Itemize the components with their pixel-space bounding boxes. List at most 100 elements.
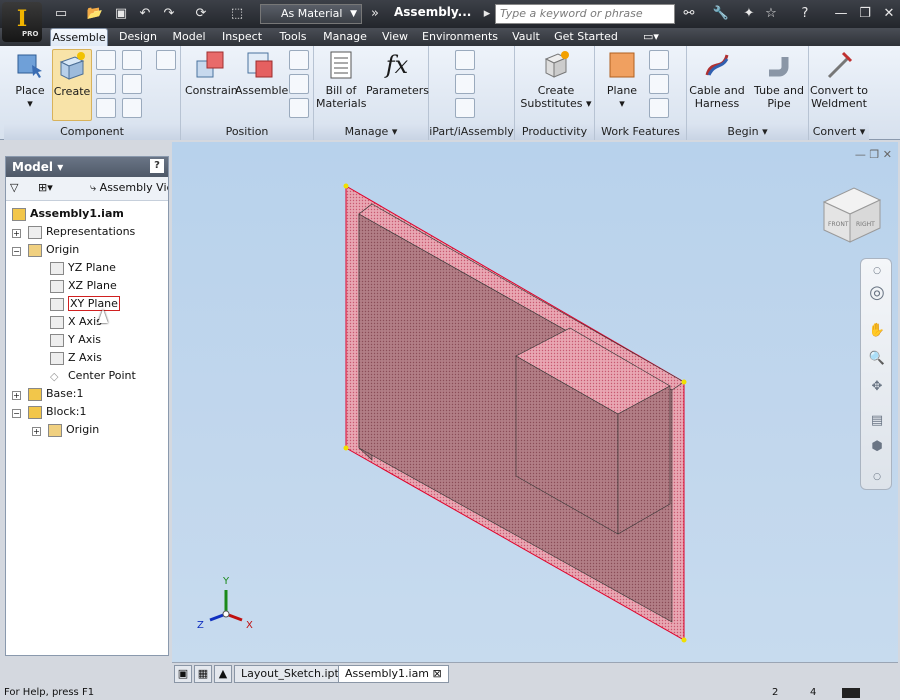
- expand-toggle[interactable]: +: [32, 427, 41, 436]
- convert-weldment-button[interactable]: Convert to Weldment: [809, 49, 869, 110]
- assembly-view-dropdown[interactable]: ⤷ Assembly View: [90, 181, 168, 195]
- zoom-icon[interactable]: 🔍: [867, 349, 887, 369]
- move-icon[interactable]: [289, 74, 309, 94]
- ipart-create-icon[interactable]: [455, 50, 475, 70]
- close-tab-icon[interactable]: ⊠: [433, 667, 442, 680]
- tree-item-y-axis[interactable]: Y Axis: [50, 331, 101, 349]
- viewcube[interactable]: FRONT RIGHT: [822, 187, 882, 243]
- graphics-viewport[interactable]: — ❐ ✕ Y X Z FRONT RIGHT ○ ◎ ✋ 🔍 ✥ ▤ ⬢ ○: [172, 142, 898, 662]
- tab-get-started[interactable]: Get Started: [552, 28, 620, 46]
- tab-design[interactable]: Design: [115, 28, 161, 46]
- update-icon[interactable]: ⟳: [192, 5, 210, 23]
- assemble-button[interactable]: Assemble: [235, 49, 288, 97]
- navbar-options-icon[interactable]: ○: [867, 467, 887, 487]
- ribbon-options-icon[interactable]: ▭▾: [636, 28, 666, 46]
- replace-icon[interactable]: [96, 98, 116, 118]
- chevron-down-icon: ▼: [350, 9, 357, 19]
- tree-item-block-origin[interactable]: Origin: [48, 421, 99, 439]
- tree-item-assembly[interactable]: Assembly1.iam: [12, 205, 124, 223]
- undo-icon[interactable]: ↶: [136, 5, 154, 23]
- communication-icon[interactable]: ✦: [740, 5, 758, 23]
- tree-icon[interactable]: ⊞▾: [38, 181, 53, 194]
- tab-manage[interactable]: Manage: [320, 28, 370, 46]
- shrinkwrap-icon[interactable]: [122, 74, 142, 94]
- cascade-icon[interactable]: ▦: [194, 665, 212, 683]
- pattern-icon[interactable]: [96, 50, 116, 70]
- new-icon[interactable]: ▭: [52, 5, 70, 23]
- look-at-icon[interactable]: ▤: [867, 411, 887, 431]
- tree-item-xy-plane[interactable]: XY Plane: [50, 295, 120, 313]
- steering-wheel-icon[interactable]: ◎: [867, 283, 887, 303]
- ipart-table-icon[interactable]: [455, 74, 475, 94]
- tab-view[interactable]: View: [378, 28, 412, 46]
- binoculars-icon[interactable]: ⚯: [680, 5, 698, 23]
- point-icon[interactable]: [649, 74, 669, 94]
- tile-icon[interactable]: ▣: [174, 665, 192, 683]
- constrain-button[interactable]: Constrain: [185, 49, 238, 97]
- mirror-icon[interactable]: [122, 50, 142, 70]
- collapse-toggle[interactable]: −: [12, 409, 21, 418]
- place-button[interactable]: Place ▾: [10, 49, 50, 110]
- close-navbar-icon[interactable]: ○: [867, 261, 887, 281]
- tab-inspect[interactable]: Inspect: [218, 28, 266, 46]
- plane-button[interactable]: Plane ▾: [599, 49, 645, 110]
- help-icon[interactable]: ?: [150, 159, 164, 173]
- restore-icon[interactable]: ❐: [856, 5, 874, 23]
- expand-toggle[interactable]: +: [12, 391, 21, 400]
- tube-pipe-button[interactable]: Tube and Pipe: [749, 49, 809, 110]
- tab-environments[interactable]: Environments: [420, 28, 500, 46]
- parameters-button[interactable]: fx Parameters: [366, 49, 429, 97]
- panel-ipart: iPart/iAssembly: [429, 46, 515, 140]
- create-button[interactable]: Create: [52, 49, 92, 121]
- help-icon[interactable]: ?: [796, 5, 814, 23]
- filter-icon[interactable]: ▽: [10, 181, 18, 194]
- bill-of-materials-button[interactable]: Bill of Materials: [316, 49, 366, 110]
- bom-structure-icon[interactable]: [156, 50, 176, 70]
- tab-vault[interactable]: Vault: [508, 28, 544, 46]
- grip-snap-icon[interactable]: [289, 50, 309, 70]
- tab-model[interactable]: Model: [168, 28, 210, 46]
- search-input[interactable]: Type a keyword or phrase: [495, 4, 675, 24]
- tools-icon[interactable]: 🔧: [712, 5, 730, 23]
- model-canvas[interactable]: Y X Z FRONT RIGHT: [172, 142, 898, 662]
- ucs-icon[interactable]: [649, 98, 669, 118]
- save-icon[interactable]: ▣: [112, 5, 130, 23]
- tab-tools[interactable]: Tools: [274, 28, 312, 46]
- collapse-toggle[interactable]: −: [12, 247, 21, 256]
- tab-menu-icon[interactable]: ▲: [214, 665, 232, 683]
- pan-icon[interactable]: ✋: [867, 321, 887, 341]
- tree-item-origin[interactable]: Origin: [28, 241, 79, 259]
- model-browser-header[interactable]: Model ▾?: [6, 157, 168, 177]
- app-logo[interactable]: I PRO: [2, 2, 42, 42]
- ipart-edit-icon[interactable]: [455, 98, 475, 118]
- close-icon[interactable]: ✕: [880, 5, 898, 23]
- tree-item-xz-plane[interactable]: XZ Plane: [50, 277, 117, 295]
- create-substitutes-button[interactable]: Create Substitutes ▾: [519, 49, 593, 110]
- open-icon[interactable]: 📂: [86, 5, 104, 23]
- material-dropdown[interactable]: As Material ▼: [260, 4, 362, 24]
- select-icon[interactable]: ⬚: [228, 5, 246, 23]
- tree-item-center-point[interactable]: ◇ Center Point: [50, 367, 136, 385]
- orbit-icon[interactable]: ✥: [867, 377, 887, 397]
- favorites-icon[interactable]: ☆: [762, 5, 780, 23]
- redo-icon[interactable]: ↷: [160, 5, 178, 23]
- view-face-icon[interactable]: ⬢: [867, 437, 887, 457]
- expand-icon[interactable]: ▸: [478, 5, 496, 23]
- tree-item-yz-plane[interactable]: YZ Plane: [50, 259, 116, 277]
- copy-icon[interactable]: [96, 74, 116, 94]
- rotate-icon[interactable]: [289, 98, 309, 118]
- doc-tab-layout-sketch[interactable]: Layout_Sketch.ipt: [234, 665, 346, 683]
- minimize-icon[interactable]: —: [832, 5, 850, 23]
- tree-item-x-axis[interactable]: X Axis: [50, 313, 102, 331]
- tree-item-block[interactable]: Block:1: [28, 403, 86, 421]
- tab-assemble[interactable]: Assemble: [50, 28, 108, 46]
- expand-toggle[interactable]: +: [12, 229, 21, 238]
- more-icon[interactable]: »: [366, 5, 384, 23]
- tree-item-base[interactable]: Base:1: [28, 385, 84, 403]
- tree-item-representations[interactable]: Representations: [28, 223, 135, 241]
- demote-icon[interactable]: [122, 98, 142, 118]
- cable-harness-button[interactable]: Cable and Harness: [687, 49, 747, 110]
- doc-tab-assembly[interactable]: Assembly1.iam ⊠: [338, 665, 449, 683]
- axis-icon[interactable]: [649, 50, 669, 70]
- tree-item-z-axis[interactable]: Z Axis: [50, 349, 102, 367]
